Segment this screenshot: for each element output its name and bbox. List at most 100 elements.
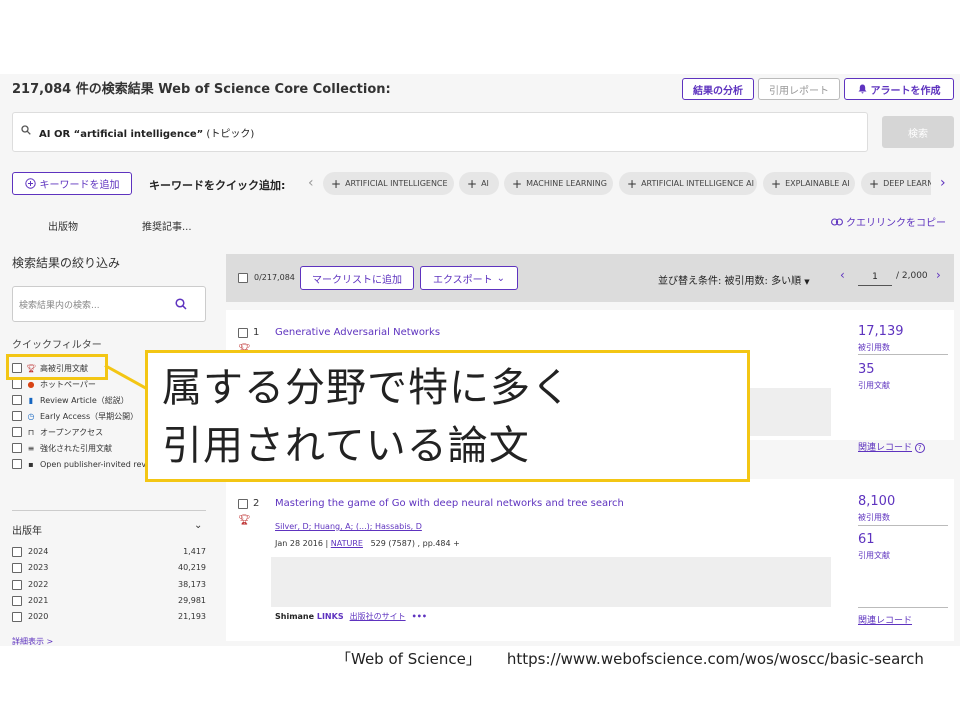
checkbox[interactable] [238,499,248,509]
callout-line-1: 属する分野で特に多く [162,365,572,411]
checkbox[interactable] [12,395,22,405]
clock-icon: ◷ [27,411,35,421]
year-filter-row[interactable]: 2021 29,981 [12,595,206,607]
quick-filter-early-access[interactable]: ◷ Early Access（早期公開） [12,409,138,423]
related-records-link[interactable]: 関連レコード ? [858,440,925,453]
quick-filter-review-article[interactable]: ▮ Review Article（総説） [12,393,129,407]
create-alert-button[interactable]: アラートを作成 [844,78,954,100]
references-label: 引用文献 [858,381,890,390]
year-count: 38,173 [178,580,206,589]
quick-filter-open-access[interactable]: ⊓ オープンアクセス [12,425,103,439]
divider [858,525,948,526]
analyze-results-button[interactable]: 結果の分析 [682,78,754,100]
keyword-chip[interactable]: + AI [459,172,499,195]
checkbox[interactable] [12,563,22,573]
shimane-links-logo[interactable]: Shimane LINKS [275,612,344,621]
result-title[interactable]: Generative Adversarial Networks [275,327,440,338]
export-button[interactable]: エクスポート ⌄ [420,266,518,290]
add-keyword-label: キーワードを追加 [39,180,120,191]
year-filter-row[interactable]: 2024 1,417 [12,546,206,558]
search-icon[interactable] [175,298,187,310]
chevron-down-icon: ⌄ [496,272,506,284]
quick-filter-open-review[interactable]: ▪ Open publisher-invited revi [12,457,148,471]
add-to-marked-list-label: マークリストに追加 [312,274,402,286]
authors-link[interactable]: Silver, D; Huang, A; (...); Hassabis, D [275,522,422,531]
year-count: 21,193 [178,612,206,621]
chevron-left-icon[interactable]: ‹ [308,175,314,191]
volume-info: 529 (7587) , pp.484 + [370,539,460,548]
plus-icon: + [771,176,782,191]
callout-text: 属する分野で特に多く 引用されている論文 [162,359,572,475]
tab-publications[interactable]: 出版物 [48,218,78,233]
keyword-chip-label: EXPLAINABLE AI [785,179,850,188]
checkbox[interactable] [12,612,22,622]
chevron-right-icon[interactable]: › [940,175,946,191]
related-records-link[interactable]: 関連レコード [858,613,912,626]
more-options-icon[interactable]: ••• [412,612,427,621]
citation-report-button[interactable]: 引用レポート [758,78,840,100]
copy-query-link[interactable]: クエリリンクをコピー [831,214,946,229]
page-total: / 2,000 [896,271,928,281]
add-to-marked-list-button[interactable]: マークリストに追加 [300,266,414,290]
caret-down-icon: ▼ [804,278,810,286]
year-label: 2022 [28,580,49,589]
next-page-icon[interactable]: › [936,268,941,282]
plus-icon: + [627,176,638,191]
checkbox[interactable] [12,411,22,421]
keyword-chip[interactable]: + MACHINE LEARNING [504,172,613,195]
quick-filter-title: クイックフィルター [12,340,102,351]
checkbox[interactable] [238,328,248,338]
quick-filter-label: Early Access（早期公開） [40,411,139,421]
checkbox[interactable] [12,427,22,437]
checkbox[interactable] [12,596,22,606]
citation-report-label: 引用レポート [769,85,829,97]
times-cited-value[interactable]: 8,100 [858,494,895,509]
divider [858,607,948,608]
plus-circle-icon [24,178,36,189]
search-query-box[interactable]: AI OR “artificial intelligence” (トピック) [12,112,868,152]
keyword-chip[interactable]: + DEEP LEARN [861,172,931,195]
keyword-chip[interactable]: + ARTIFICIAL INTELLIGENCE [323,172,454,195]
tab-recommended[interactable]: 推奨記事... [142,218,192,233]
analyze-results-label: 結果の分析 [693,85,743,97]
chevron-down-icon[interactable]: ⌄ [194,520,202,531]
search-within-results-input[interactable]: 検索結果内の検索... [12,286,206,322]
year-filter-row[interactable]: 2020 21,193 [12,611,206,623]
checkbox[interactable] [12,379,22,389]
previous-page-icon[interactable]: ‹ [840,268,845,282]
year-count: 1,417 [183,547,206,556]
keyword-chip[interactable]: + EXPLAINABLE AI [763,172,855,195]
times-cited-value[interactable]: 17,139 [858,324,904,339]
related-records-label: 関連レコード [858,443,913,453]
references-value[interactable]: 35 [858,362,875,377]
result-title[interactable]: Mastering the game of Go with deep neura… [275,498,624,509]
checkbox[interactable] [12,443,22,453]
highlight-box [6,354,108,380]
year-label: 2024 [28,547,49,556]
quick-filter-label: Open publisher-invited revi [40,459,149,469]
checkbox[interactable] [12,459,22,469]
bell-icon [858,84,866,94]
year-filter-row[interactable]: 2023 40,219 [12,562,206,574]
search-button[interactable]: 検索 [882,116,954,148]
sort-dropdown[interactable]: 並び替え条件: 被引用数: 多い順 ▼ [658,272,810,287]
references-value[interactable]: 61 [858,532,875,547]
checkbox[interactable] [12,547,22,557]
year-filter-row[interactable]: 2022 38,173 [12,579,206,591]
publisher-site-link[interactable]: 出版社のサイト [350,611,406,622]
page-number-input[interactable]: 1 [858,268,892,286]
plus-icon: + [869,176,880,191]
journal-link[interactable]: NATURE [331,539,363,548]
fire-icon: ● [27,379,35,389]
show-more-link[interactable]: 詳細表示 > [12,636,53,646]
references-label: 引用文献 [858,551,890,560]
keyword-chip-label: ARTIFICIAL INTELLIGENCE AI [641,179,754,188]
select-all-checkbox[interactable] [238,273,248,283]
result-number: 2 [253,498,260,509]
checkbox[interactable] [12,580,22,590]
year-count: 29,981 [178,596,206,605]
keyword-chip-label: DEEP LEARN [883,179,931,188]
quick-filter-enriched-references[interactable]: ≡ 強化された引用文献 [12,441,112,455]
keyword-chip[interactable]: + ARTIFICIAL INTELLIGENCE AI [619,172,757,195]
add-keyword-button[interactable]: キーワードを追加 [12,172,132,195]
